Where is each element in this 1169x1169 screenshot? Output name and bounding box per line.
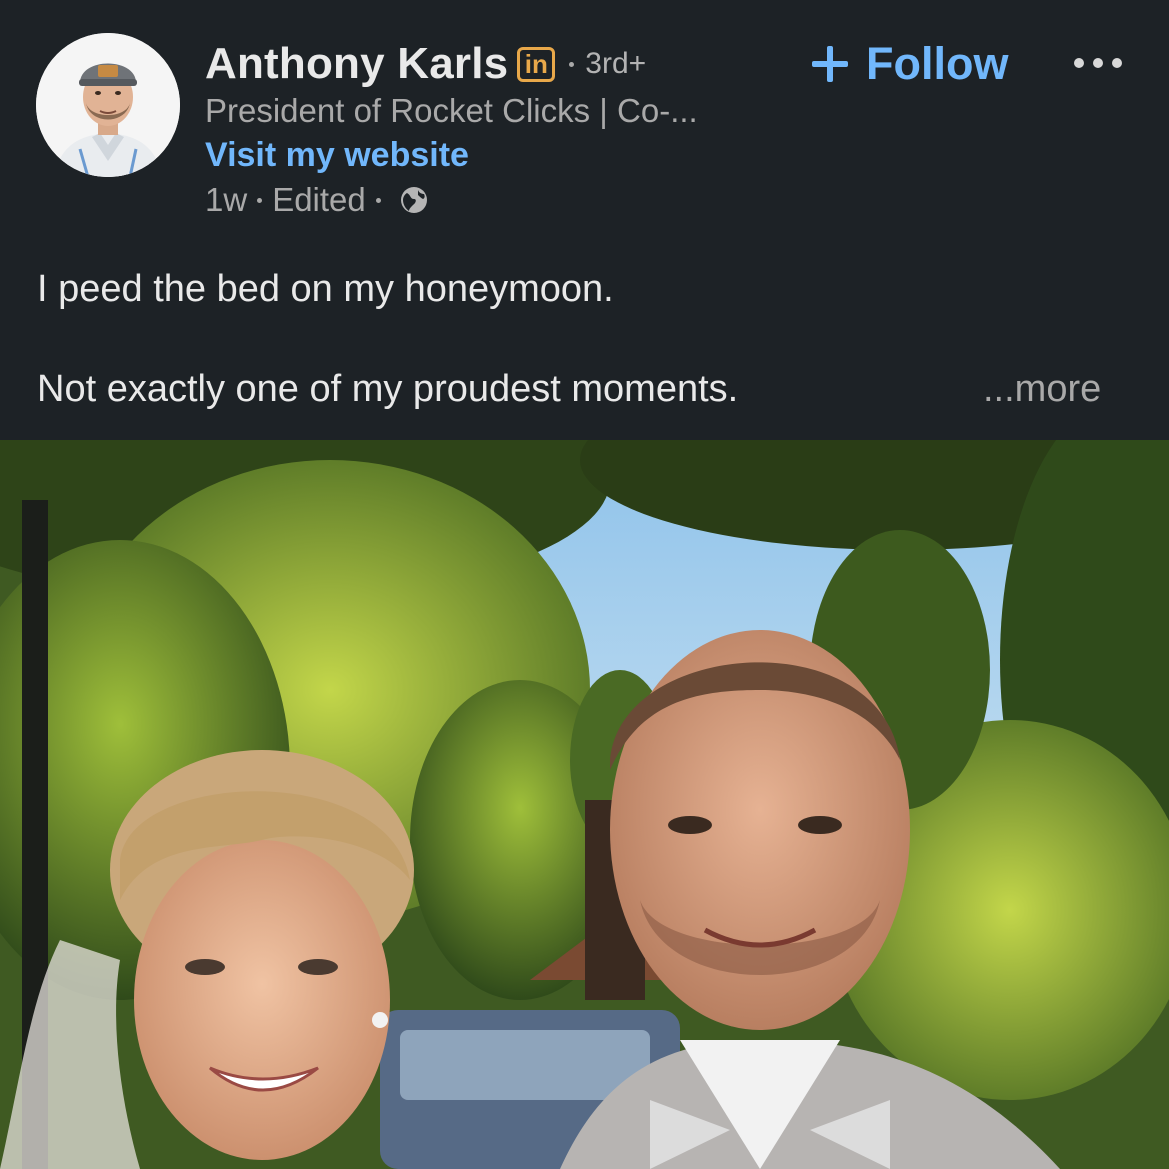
author-headline: President of Rocket Clicks | Co-... xyxy=(205,92,698,129)
post-text-line-1: I peed the bed on my honeymoon. xyxy=(37,268,614,310)
more-dots-icon[interactable] xyxy=(1074,56,1122,70)
post-age: 1w xyxy=(205,181,248,218)
separator-dot xyxy=(375,197,381,203)
separator-dot xyxy=(257,197,263,203)
linkedin-badge-icon: in xyxy=(517,46,556,82)
follow-label: Follow xyxy=(866,38,1009,89)
edited-label: Edited xyxy=(272,181,366,218)
see-more-link[interactable]: ...more xyxy=(983,368,1101,411)
wedding-photo xyxy=(0,440,1169,1169)
dot xyxy=(1074,58,1084,68)
globe-icon xyxy=(400,187,427,213)
follow-button[interactable]: Follow xyxy=(810,38,1008,90)
dot xyxy=(1112,58,1122,68)
author-avatar[interactable] xyxy=(36,33,180,177)
profile-photo-icon xyxy=(36,33,180,177)
post-text-line-2: Not exactly one of my proudest moments. xyxy=(37,368,739,410)
author-name[interactable]: Anthony Karls xyxy=(205,39,508,89)
post-header: Anthony Karls in 3rd+ President of Rocke… xyxy=(0,0,1169,440)
post-image[interactable] xyxy=(0,440,1169,1169)
connection-degree: 3rd+ xyxy=(585,47,647,80)
website-link[interactable]: Visit my website xyxy=(205,136,469,175)
feed-post: Anthony Karls in 3rd+ President of Rocke… xyxy=(0,0,1169,1169)
dot xyxy=(1093,58,1103,68)
post-meta: 1w Edited xyxy=(205,180,431,220)
separator-dot xyxy=(569,61,575,67)
author-name-row: Anthony Karls in 3rd+ xyxy=(205,38,646,90)
plus-icon xyxy=(812,46,848,82)
